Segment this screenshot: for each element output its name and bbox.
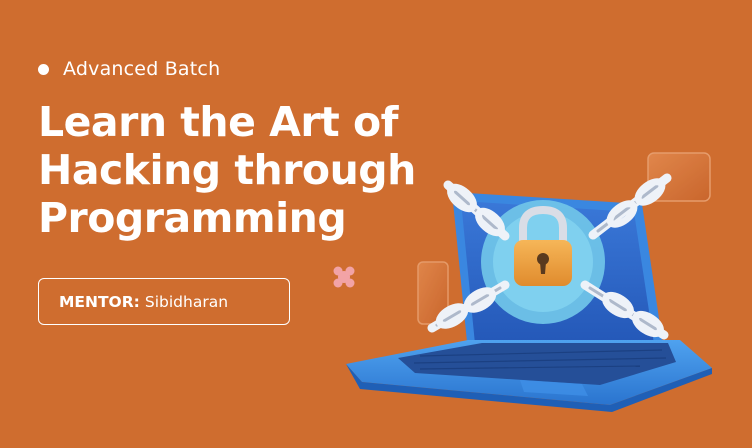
mentor-label: MENTOR: bbox=[59, 292, 140, 311]
mentor-box: MENTOR: Sibidharan bbox=[38, 278, 290, 325]
batch-label: Advanced Batch bbox=[63, 58, 221, 80]
mentor-name: Sibidharan bbox=[144, 292, 229, 311]
laptop-padlock-chain-icon bbox=[333, 152, 712, 412]
bullet-dot-icon bbox=[38, 63, 49, 75]
course-banner: Advanced Batch Learn the Art of Hacking … bbox=[0, 0, 752, 448]
title-line-1: Learn the Art of bbox=[38, 98, 398, 146]
batch-badge: Advanced Batch bbox=[38, 58, 220, 80]
